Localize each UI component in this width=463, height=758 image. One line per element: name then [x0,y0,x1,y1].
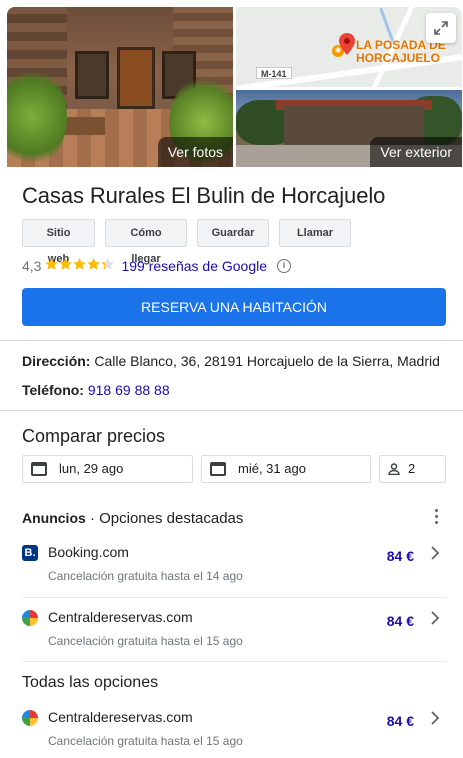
more-options-icon[interactable] [435,509,439,524]
offer-price: 84 € [386,548,414,564]
offer-row-centraldereservas[interactable]: Centraldereservas.com Cancelación gratui… [22,608,446,658]
photo-gallery: Ver fotos M-141 ✱ LA POSADA DE HORCAJUEL… [7,7,462,167]
offer-provider: Booking.com [48,544,129,560]
offer-provider: Centraldereservas.com [48,709,193,725]
view-photos-button[interactable]: Ver fotos [157,137,233,167]
offer-price: 84 € [386,713,414,729]
offer-divider [22,661,446,662]
offer-row-booking[interactable]: B. Booking.com Cancelación gratuita hast… [22,543,446,593]
main-photo[interactable]: Ver fotos [7,7,233,167]
directions-button[interactable]: Cómo llegar [105,219,187,265]
exterior-photo[interactable]: Ver exterior [236,90,462,167]
rating-stars [45,257,115,275]
featured-options-label: Opciones destacadas [99,510,244,527]
calendar-icon [31,462,47,476]
reviews-link[interactable]: 199 reseñas de Google [121,257,267,275]
wooden-door [117,47,155,109]
offer-cancellation: Cancelación gratuita hasta el 15 ago [48,634,243,648]
calendar-icon [210,462,226,476]
offer-price: 84 € [386,613,414,629]
address-label: Dirección: [22,353,91,369]
phone-label: Teléfono: [22,382,84,398]
booking-logo-icon: B. [22,545,38,561]
address-value: Calle Blanco, 36, 28191 Horcajuelo de la… [94,353,440,369]
checkout-date: mié, 31 ago [238,461,306,476]
ads-header: Anuncios · Opciones destacadas [22,508,243,529]
divider [0,340,463,341]
rating-score: 4,3 [22,258,42,274]
phone-link[interactable]: 918 69 88 88 [88,382,170,398]
save-button[interactable]: Guardar [197,219,269,247]
phone-row: Teléfono: 918 69 88 88 [22,381,170,399]
map-place-label-line2: HORCAJUELO [356,51,441,65]
ads-separator: · [89,510,95,527]
call-button[interactable]: Llamar [279,219,351,247]
checkin-date-field[interactable]: lun, 29 ago [22,455,193,483]
address-row: Dirección: Calle Blanco, 36, 28191 Horca… [22,352,440,370]
centraldereservas-logo-icon [22,610,38,626]
place-title: Casas Rurales El Bulin de Horcajuelo [22,183,386,208]
road-badge: M-141 [256,67,292,79]
chevron-right-icon [431,546,440,560]
person-icon [388,463,400,475]
rating-row: 4,3 199 reseñas de Google i [22,257,292,275]
checkin-date: lun, 29 ago [59,461,124,476]
expand-map-button[interactable] [426,13,456,43]
checkout-date-field[interactable]: mié, 31 ago [201,455,371,483]
offer-row-centraldereservas-all[interactable]: Centraldereservas.com Cancelación gratui… [22,708,446,758]
expand-icon [434,21,448,35]
map-pin-icon [339,33,355,55]
window-left [75,51,109,99]
compare-prices-title: Comparar precios [22,426,166,446]
divider [0,410,463,411]
website-button[interactable]: Sitio web [22,219,95,265]
offer-provider: Centraldereservas.com [48,609,193,625]
action-buttons: Sitio web Cómo llegar Guardar Llamar [22,219,351,265]
guests-count: 2 [408,461,416,476]
offer-cancellation: Cancelación gratuita hasta el 14 ago [48,569,243,583]
centraldereservas-logo-icon [22,710,38,726]
chevron-right-icon [431,711,440,725]
chevron-right-icon [431,611,440,625]
info-icon[interactable]: i [277,259,292,273]
offer-divider [22,597,446,598]
offer-cancellation: Cancelación gratuita hasta el 15 ago [48,734,243,748]
map-thumbnail[interactable]: M-141 ✱ LA POSADA DE HORCAJUELO [236,7,462,87]
star-icons [45,258,115,270]
view-exterior-button[interactable]: Ver exterior [370,137,462,167]
all-options-title: Todas las opciones [22,674,159,691]
guests-field[interactable]: 2 [379,455,446,483]
ads-label: Anuncios [22,510,86,526]
reserve-room-button[interactable]: RESERVA UNA HABITACIÓN [22,288,446,326]
